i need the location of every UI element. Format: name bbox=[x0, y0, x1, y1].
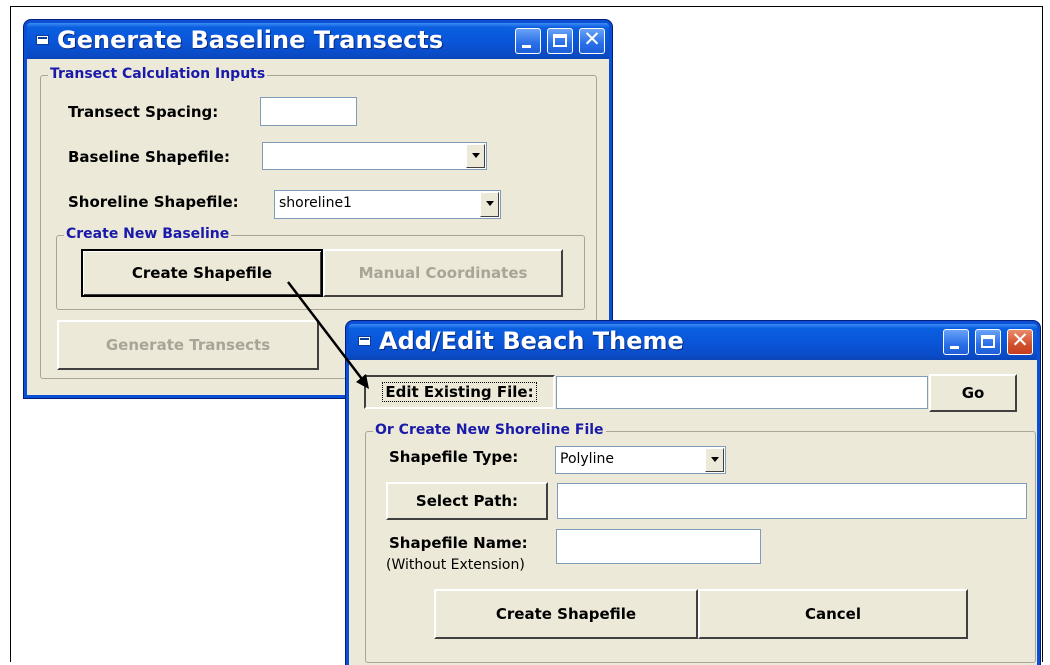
maximize-icon bbox=[981, 335, 995, 348]
shapefile-name-input[interactable] bbox=[556, 529, 761, 564]
title-bar[interactable]: Generate Baseline Transects ✕ bbox=[27, 23, 609, 59]
generate-transects-button[interactable]: Generate Transects bbox=[57, 320, 319, 370]
window-icon bbox=[358, 336, 371, 346]
maximize-button[interactable] bbox=[547, 28, 573, 54]
dropdown-arrow-icon[interactable] bbox=[466, 144, 485, 168]
maximize-icon bbox=[553, 34, 567, 47]
dropdown-arrow-icon[interactable] bbox=[480, 192, 499, 217]
transect-spacing-input[interactable] bbox=[260, 97, 357, 126]
minimize-button[interactable] bbox=[515, 28, 541, 54]
close-button[interactable]: ✕ bbox=[579, 27, 605, 54]
group-label: Transect Calculation Inputs bbox=[48, 66, 268, 82]
title-bar[interactable]: Add/Edit Beach Theme ✕ bbox=[349, 324, 1037, 360]
select-path-button[interactable]: Select Path: bbox=[386, 482, 548, 520]
maximize-button[interactable] bbox=[975, 329, 1001, 355]
edit-existing-file-input[interactable] bbox=[556, 376, 928, 409]
baseline-shapefile-dropdown[interactable] bbox=[262, 142, 487, 170]
manual-coordinates-button[interactable]: Manual Coordinates bbox=[323, 249, 563, 297]
shapefile-type-label: Shapefile Type: bbox=[389, 448, 519, 466]
window-title: Generate Baseline Transects bbox=[57, 26, 444, 54]
group-label: Create New Baseline bbox=[64, 226, 232, 242]
dropdown-value: shoreline1 bbox=[279, 195, 352, 211]
transect-spacing-label: Transect Spacing: bbox=[68, 103, 219, 121]
baseline-shapefile-label: Baseline Shapefile: bbox=[68, 148, 230, 166]
cancel-button[interactable]: Cancel bbox=[698, 589, 968, 639]
dropdown-arrow-icon[interactable] bbox=[705, 448, 724, 472]
minimize-button[interactable] bbox=[943, 329, 969, 355]
group-label: Or Create New Shoreline File bbox=[373, 422, 606, 438]
go-button[interactable]: Go bbox=[929, 374, 1017, 412]
create-shapefile-button[interactable]: Create Shapefile bbox=[81, 249, 323, 297]
dropdown-value: Polyline bbox=[560, 451, 614, 467]
edit-existing-file-button[interactable]: Edit Existing File: bbox=[364, 375, 555, 409]
window-title: Add/Edit Beach Theme bbox=[379, 327, 684, 355]
shapefile-name-label: Shapefile Name: bbox=[389, 534, 528, 552]
select-path-input[interactable] bbox=[557, 483, 1027, 519]
create-shapefile-button[interactable]: Create Shapefile bbox=[434, 589, 698, 639]
close-button[interactable]: ✕ bbox=[1007, 328, 1033, 355]
add-edit-beach-theme-window: Add/Edit Beach Theme ✕ Edit Existing Fil… bbox=[346, 321, 1040, 665]
minimize-icon bbox=[522, 45, 531, 48]
minimize-icon bbox=[950, 346, 959, 349]
shoreline-shapefile-label: Shoreline Shapefile: bbox=[68, 193, 239, 211]
shapefile-type-dropdown[interactable]: Polyline bbox=[555, 446, 726, 474]
close-icon: ✕ bbox=[1011, 328, 1029, 352]
without-extension-note: (Without Extension) bbox=[386, 557, 525, 573]
close-icon: ✕ bbox=[583, 27, 601, 51]
shoreline-shapefile-dropdown[interactable]: shoreline1 bbox=[274, 190, 501, 219]
window-icon bbox=[36, 35, 49, 45]
